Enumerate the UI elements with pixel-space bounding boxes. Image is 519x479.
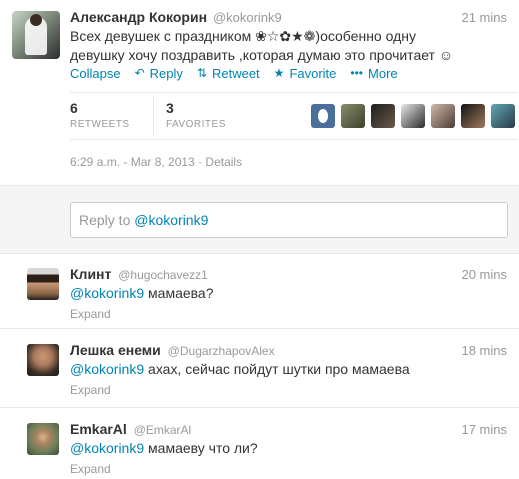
reply-mention[interactable]: @kokorink9	[70, 285, 144, 301]
reply-author-name[interactable]: EmkarAl	[70, 421, 127, 437]
reply-avatar[interactable]	[27, 268, 59, 300]
retweet-icon: ⇅	[196, 66, 207, 80]
reply-placeholder-mention: @kokorink9	[134, 212, 209, 228]
reply-time[interactable]: 20 mins	[461, 267, 507, 282]
author-avatar[interactable]	[12, 11, 60, 59]
reply-author-name[interactable]: Лешка енеми	[70, 342, 161, 358]
author-fullname[interactable]: Александр Кокорин	[70, 9, 207, 25]
reply-tweet[interactable]: Клинт @hugochavezz1 20 mins @kokorink9 м…	[0, 254, 519, 329]
reply-body: мамаева?	[144, 285, 214, 301]
reply-icon: ↶	[134, 66, 145, 80]
tweet-text: Всех девушек с праздником ❀☆✿★❁)особенно…	[70, 27, 490, 65]
engager-avatars	[311, 104, 515, 128]
reply-button[interactable]: ↶ Reply	[135, 66, 183, 81]
reply-tweet[interactable]: Лешка енеми @DugarzhapovAlex 18 mins @ko…	[0, 330, 519, 408]
tweet-timestamp: 6:29 a.m. - Mar 8, 2013	[70, 155, 195, 169]
tweet-stats: 6 RETWEETS 3 FAVORITES	[70, 92, 518, 140]
favorite-button[interactable]: ★ Favorite	[274, 66, 337, 81]
retweets-stat[interactable]: 6 RETWEETS	[70, 97, 153, 135]
favorite-label: Favorite	[289, 65, 337, 81]
reply-body: ахах, сейчас пойдут шутки про мамаева	[144, 361, 410, 377]
collapse-label: Collapse	[70, 65, 121, 81]
reply-tweet[interactable]: EmkarAl @EmkarAl 17 mins @kokorink9 мама…	[0, 409, 519, 479]
reply-composer: Reply to @kokorink9	[0, 185, 519, 254]
retweets-label: RETWEETS	[70, 119, 130, 130]
author-username[interactable]: @kokorink9	[213, 10, 282, 25]
engager-avatar[interactable]	[341, 104, 365, 128]
collapse-link[interactable]: Collapse	[70, 66, 121, 81]
tweet-text-line-1: Всех девушек с праздником ❀☆✿★❁)особенно…	[70, 28, 416, 44]
expand-link[interactable]: Expand	[70, 307, 111, 321]
reply-mention[interactable]: @kokorink9	[70, 440, 144, 456]
engager-avatar[interactable]	[371, 104, 395, 128]
reply-author-username[interactable]: @DugarzhapovAlex	[168, 344, 275, 358]
more-dots-icon: •••	[350, 66, 364, 80]
reply-input[interactable]: Reply to @kokorink9	[70, 202, 508, 238]
reply-header: Лешка енеми @DugarzhapovAlex 18 mins	[70, 342, 507, 360]
reply-time[interactable]: 18 mins	[461, 343, 507, 358]
retweet-button[interactable]: ⇅ Retweet	[197, 66, 260, 81]
reply-header: EmkarAl @EmkarAl 17 mins	[70, 421, 507, 439]
reply-body: мамаеву что ли?	[144, 440, 258, 456]
details-link[interactable]: Details	[205, 155, 242, 169]
reply-avatar[interactable]	[27, 423, 59, 455]
engager-avatar[interactable]	[401, 104, 425, 128]
star-icon: ★	[273, 66, 285, 80]
engager-avatar-egg[interactable]	[311, 104, 335, 128]
expand-link[interactable]: Expand	[70, 462, 111, 476]
reply-header: Клинт @hugochavezz1 20 mins	[70, 266, 507, 284]
main-tweet: Александр Кокорин @kokorink9 21 mins Все…	[0, 0, 519, 185]
more-label: More	[368, 65, 398, 81]
tweet-actions: Collapse ↶ Reply ⇅ Retweet ★ Favorite ••• Mo…	[70, 65, 412, 81]
favorites-count: 3	[166, 100, 174, 116]
tweet-meta: 6:29 a.m. - Mar 8, 2013 · Details	[70, 155, 242, 169]
tweet-text-line-2: девушку хочу поздравить ,которая думаю э…	[70, 47, 454, 63]
retweet-label: Retweet	[211, 65, 260, 81]
reply-text: @kokorink9 мамаеву что ли?	[70, 440, 258, 456]
reply-text: @kokorink9 мамаева?	[70, 285, 214, 301]
tweet-header: Александр Кокорин @kokorink9 21 mins	[70, 9, 507, 27]
retweets-count: 6	[70, 100, 78, 116]
reply-avatar[interactable]	[27, 344, 59, 376]
reply-author-name[interactable]: Клинт	[70, 266, 111, 282]
reply-author-username[interactable]: @EmkarAl	[134, 423, 192, 437]
engager-avatar[interactable]	[461, 104, 485, 128]
reply-time[interactable]: 17 mins	[461, 422, 507, 437]
reply-label: Reply	[149, 65, 183, 81]
tweet-time[interactable]: 21 mins	[461, 10, 507, 25]
more-button[interactable]: ••• More	[350, 66, 397, 81]
favorites-stat[interactable]: 3 FAVORITES	[153, 97, 303, 135]
reply-mention[interactable]: @kokorink9	[70, 361, 144, 377]
reply-placeholder-prefix: Reply to	[79, 212, 135, 228]
engager-avatar[interactable]	[491, 104, 515, 128]
engager-avatar[interactable]	[431, 104, 455, 128]
reply-text: @kokorink9 ахах, сейчас пойдут шутки про…	[70, 361, 410, 377]
expand-link[interactable]: Expand	[70, 383, 111, 397]
reply-author-username[interactable]: @hugochavezz1	[118, 268, 208, 282]
avatar-head	[30, 14, 42, 26]
favorites-label: FAVORITES	[166, 119, 226, 130]
